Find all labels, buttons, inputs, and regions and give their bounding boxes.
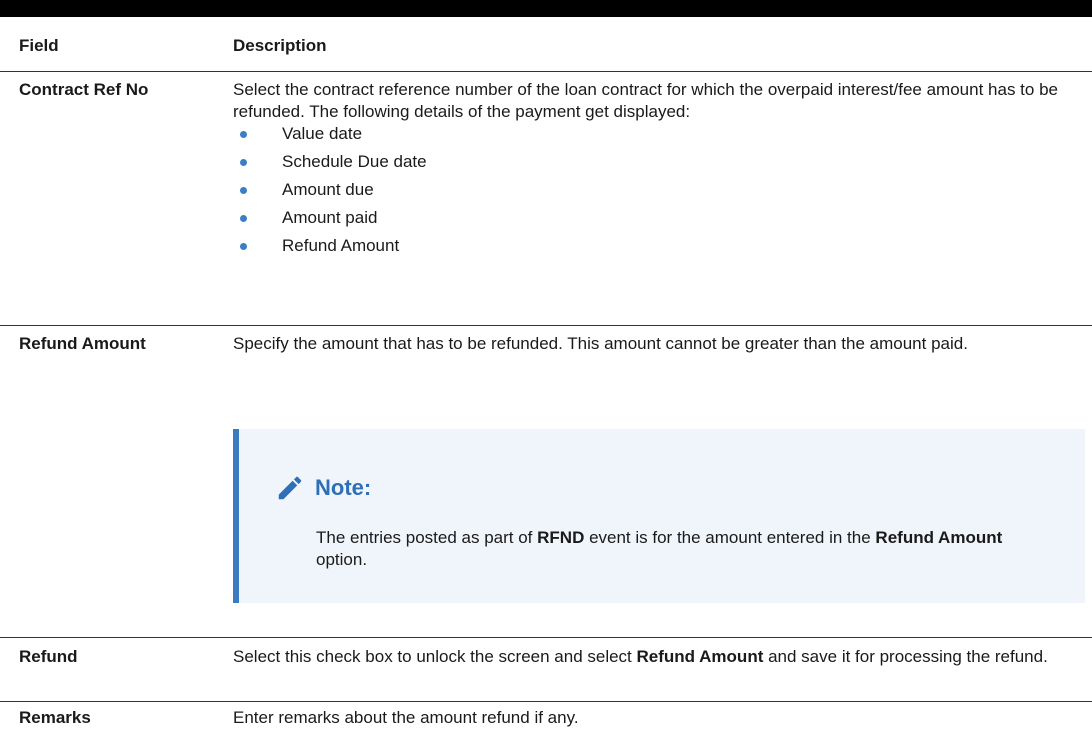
bullet-icon bbox=[240, 131, 247, 138]
note-emphasis-rfnd: RFND bbox=[537, 528, 585, 547]
row-divider bbox=[0, 701, 1092, 702]
header-description: Description bbox=[233, 36, 327, 55]
refund-text-part: Select this check box to unlock the scre… bbox=[233, 647, 637, 666]
field-label-remarks: Remarks bbox=[19, 708, 91, 727]
list-item: Value date bbox=[233, 123, 1083, 151]
description-refund-amount: Specify the amount that has to be refund… bbox=[233, 334, 968, 353]
bullet-icon bbox=[240, 215, 247, 222]
row-divider bbox=[0, 637, 1092, 638]
payment-details-list: Value date Schedule Due date Amount due … bbox=[233, 123, 1083, 263]
field-label-contract-ref-no: Contract Ref No bbox=[19, 80, 149, 99]
list-item: Refund Amount bbox=[233, 235, 1083, 263]
row-divider bbox=[0, 325, 1092, 326]
list-item-text: Value date bbox=[282, 124, 363, 143]
list-item-text: Schedule Due date bbox=[282, 152, 427, 171]
contract-description-text: Select the contract reference number of … bbox=[233, 80, 1058, 121]
list-item: Schedule Due date bbox=[233, 151, 1083, 179]
list-item-text: Amount due bbox=[282, 180, 374, 199]
header-field: Field bbox=[19, 36, 59, 55]
bullet-icon bbox=[240, 159, 247, 166]
description-remarks: Enter remarks about the amount refund if… bbox=[233, 708, 579, 727]
list-item: Amount paid bbox=[233, 207, 1083, 235]
note-title: Note: bbox=[315, 475, 372, 500]
note-emphasis-refund-amount: Refund Amount bbox=[875, 528, 1003, 547]
pencil-icon bbox=[278, 476, 302, 500]
bullet-icon bbox=[240, 243, 247, 250]
note-header: Note: bbox=[275, 473, 371, 503]
refund-text-part: and save it for processing the refund. bbox=[763, 647, 1048, 666]
list-item-text: Refund Amount bbox=[282, 236, 400, 255]
note-text-part: event is for the amount entered in the bbox=[584, 528, 876, 547]
header-divider bbox=[0, 71, 1092, 72]
note-text-part: option. bbox=[316, 550, 368, 569]
list-item-text: Amount paid bbox=[282, 208, 378, 227]
note-text-part: The entries posted as part of bbox=[316, 528, 538, 547]
description-refund: Select this check box to unlock the scre… bbox=[233, 646, 1083, 668]
top-rule bbox=[0, 0, 1092, 17]
field-label-refund: Refund bbox=[19, 647, 78, 666]
field-label-refund-amount: Refund Amount bbox=[19, 334, 146, 353]
list-item: Amount due bbox=[233, 179, 1083, 207]
refund-emphasis: Refund Amount bbox=[636, 647, 764, 666]
note-text: The entries posted as part of RFND event… bbox=[316, 527, 1056, 571]
bullet-icon bbox=[240, 187, 247, 194]
description-contract-ref-no: Select the contract reference number of … bbox=[233, 79, 1083, 263]
note-box: Note: The entries posted as part of RFND… bbox=[233, 429, 1085, 603]
